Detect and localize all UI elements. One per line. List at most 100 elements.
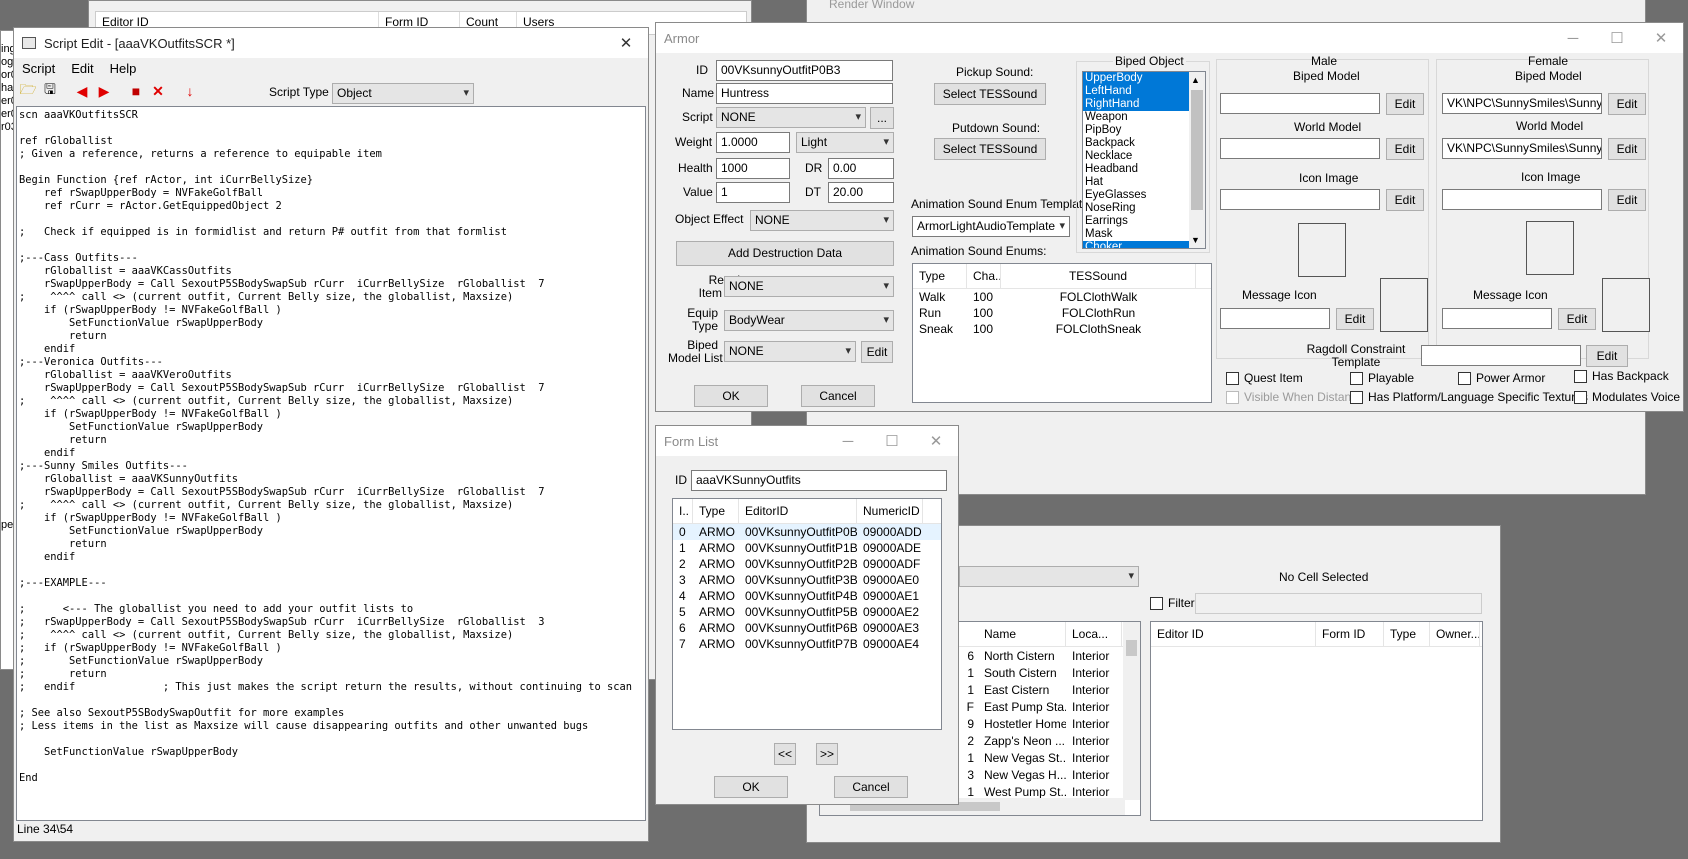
weight-input[interactable]: 1.0000 [716, 132, 790, 153]
form-list-items[interactable]: I.. Type EditorID NumericID 0 ARMO 00VKsun… [672, 498, 942, 730]
scroll-up-icon[interactable]: ▲ [1191, 75, 1200, 85]
cell-list-scrollbar[interactable] [1123, 622, 1140, 800]
putdown-select-sound-button[interactable]: Select TESSound [934, 138, 1046, 160]
biped-item[interactable]: Earrings [1083, 215, 1189, 228]
biped-item[interactable]: Headband [1083, 163, 1189, 176]
form-list-cancel-button[interactable]: Cancel [834, 776, 908, 798]
form-list-row[interactable]: 2 ARMO 00VKsunnyOutfitP2B3 09000ADF [673, 556, 941, 572]
form-list-row[interactable]: 3 ARMO 00VKsunnyOutfitP3B3 09000AE0 [673, 572, 941, 588]
cell-col-location[interactable]: Loca... [1066, 622, 1122, 646]
form-list-next-button[interactable]: >> [816, 743, 838, 765]
save-icon[interactable]: 🖫 [40, 81, 60, 100]
form-list-id-input[interactable]: aaaVKSunnyOutfits [691, 470, 947, 491]
male-icon-image-input[interactable] [1220, 189, 1380, 210]
fl-col-index[interactable]: I.. [673, 499, 693, 523]
script-edit-titlebar[interactable]: Script Edit - [aaaVKOutfitsSCR *] ✕ [14, 28, 648, 58]
form-list-row[interactable]: 6 ARMO 00VKsunnyOutfitP6B3 09000AE3 [673, 620, 941, 636]
arrow-left-icon[interactable]: ◀ [72, 82, 92, 100]
male-world-model-input[interactable] [1220, 138, 1380, 159]
maximize-icon[interactable]: ☐ [870, 426, 914, 456]
cell-refs-list[interactable]: Editor ID Form ID Type Owner... [1150, 621, 1483, 821]
male-icon-edit-button[interactable]: Edit [1386, 189, 1424, 211]
delete-icon[interactable]: ✕ [148, 82, 168, 100]
script-type-select[interactable]: Object [332, 83, 474, 104]
anim-enum-row[interactable]: Walk 100 FOLClothWalk [913, 289, 1211, 305]
worldspace-select[interactable] [959, 566, 1139, 587]
modulates-voice-checkbox[interactable]: Modulates Voice [1574, 390, 1680, 404]
female-world-edit-button[interactable]: Edit [1608, 138, 1646, 160]
female-icon-edit-button[interactable]: Edit [1608, 189, 1646, 211]
female-biped-model-input[interactable]: VK\NPC\SunnySmiles\SunnyOu [1442, 93, 1602, 114]
female-message-icon-input[interactable] [1442, 308, 1552, 329]
pickup-select-sound-button[interactable]: Select TESSound [934, 83, 1046, 105]
dr-input[interactable]: 0.00 [828, 158, 894, 179]
object-effect-select[interactable]: NONE [750, 210, 894, 231]
biped-scroll-thumb[interactable] [1191, 90, 1203, 210]
cell-col-name[interactable]: Name [978, 622, 1066, 646]
anim-enum-row[interactable]: Sneak 100 FOLClothSneak [913, 321, 1211, 337]
armor-name-input[interactable]: Huntress [716, 83, 893, 104]
biped-item[interactable]: Weapon [1083, 111, 1189, 124]
arrow-down-icon[interactable]: ↓ [180, 82, 200, 100]
armor-cancel-button[interactable]: Cancel [801, 385, 875, 407]
anim-enum-row[interactable]: Run 100 FOLClothRun [913, 305, 1211, 321]
value-input[interactable]: 1 [716, 182, 790, 203]
anim-enums-list[interactable]: Type Cha... TESSound Walk 100 FOLClothWalk… [912, 263, 1212, 403]
scroll-down-icon[interactable]: ▼ [1191, 235, 1200, 245]
ragdoll-edit-button[interactable]: Edit [1586, 345, 1628, 367]
platform-textures-checkbox[interactable]: Has Platform/Language Specific Textures [1350, 390, 1588, 404]
script-select[interactable]: NONE [716, 107, 866, 128]
save-red-icon[interactable]: ■ [126, 82, 146, 100]
scroll-thumb[interactable] [1126, 640, 1137, 656]
biped-item[interactable]: PipBoy [1083, 124, 1189, 137]
male-message-icon-input[interactable] [1220, 308, 1330, 329]
checkbox-box[interactable] [1350, 390, 1363, 404]
biped-item[interactable]: Backpack [1083, 137, 1189, 150]
fl-col-editor-id[interactable]: EditorID [739, 499, 857, 523]
close-icon[interactable]: ✕ [604, 28, 648, 58]
checkbox-box[interactable] [1350, 371, 1363, 385]
armor-titlebar[interactable]: Armor ─ ☐ ✕ [656, 23, 1683, 53]
biped-item[interactable]: EyeGlasses [1083, 189, 1189, 202]
arrow-right-icon[interactable]: ▶ [94, 82, 114, 100]
biped-scrollbar[interactable]: ▲ ▼ [1189, 72, 1205, 248]
equip-type-select[interactable]: BodyWear [724, 310, 894, 331]
form-list-row[interactable]: 4 ARMO 00VKsunnyOutfitP4B3 09000AE1 [673, 588, 941, 604]
biped-item[interactable]: Choker [1083, 241, 1189, 248]
biped-model-list-select[interactable]: NONE [724, 341, 856, 362]
biped-item[interactable]: Necklace [1083, 150, 1189, 163]
health-input[interactable]: 1000 [716, 158, 790, 179]
checkbox-box[interactable] [1574, 369, 1587, 383]
open-folder-icon[interactable]: 🗁 [18, 81, 38, 100]
male-world-edit-button[interactable]: Edit [1386, 138, 1424, 160]
fl-col-numeric-id[interactable]: NumericID [857, 499, 923, 523]
minimize-icon[interactable]: ─ [1551, 23, 1595, 53]
refs-col-form-id[interactable]: Form ID [1316, 622, 1384, 646]
playable-checkbox[interactable]: Playable [1350, 371, 1414, 385]
form-list-prev-button[interactable]: << [774, 743, 796, 765]
weight-class-select[interactable]: Light [796, 132, 894, 153]
quest-item-checkbox[interactable]: Quest Item [1226, 371, 1303, 385]
has-backpack-checkbox[interactable]: Has Backpack [1574, 369, 1669, 383]
female-icon-image-input[interactable] [1442, 189, 1602, 210]
biped-model-list-edit-button[interactable]: Edit [861, 341, 893, 363]
anim-template-select[interactable]: ArmorLightAudioTemplate [912, 216, 1070, 237]
fl-col-type[interactable]: Type [693, 499, 739, 523]
filter-checkbox[interactable]: Filter [1150, 596, 1195, 610]
female-world-model-input[interactable]: VK\NPC\SunnySmiles\SunnyOu [1442, 138, 1602, 159]
menu-help[interactable]: Help [102, 61, 145, 76]
biped-item[interactable]: Mask [1083, 228, 1189, 241]
refs-col-editor-id[interactable]: Editor ID [1151, 622, 1316, 646]
menu-edit[interactable]: Edit [63, 61, 101, 76]
checkbox-box[interactable] [1150, 596, 1163, 610]
form-list-row[interactable]: 5 ARMO 00VKsunnyOutfitP5B3 09000AE2 [673, 604, 941, 620]
armor-id-input[interactable]: 00VKsunnyOutfitP0B3 [716, 60, 893, 81]
minimize-icon[interactable]: ─ [826, 426, 870, 456]
close-icon[interactable]: ✕ [914, 426, 958, 456]
menu-script[interactable]: Script [14, 61, 63, 76]
male-biped-model-input[interactable] [1220, 93, 1380, 114]
anim-col-type[interactable]: Type [913, 264, 967, 288]
biped-item[interactable]: LeftHand [1083, 85, 1189, 98]
refs-col-owner[interactable]: Owner... [1430, 622, 1480, 646]
repair-select[interactable]: NONE [724, 276, 894, 297]
